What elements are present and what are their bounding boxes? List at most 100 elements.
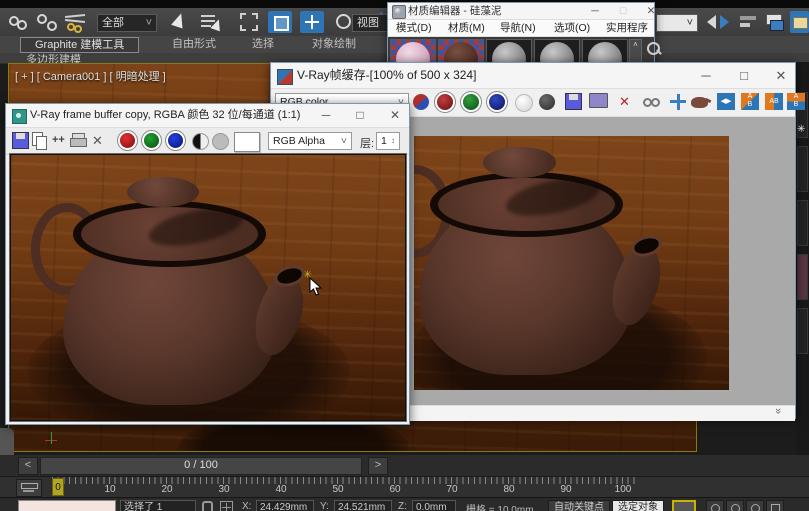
background-color-swatch[interactable] [234, 132, 260, 152]
copy-to-clipboard-icon[interactable] [32, 132, 48, 149]
ab-compare-diagonal-icon[interactable]: AB [741, 93, 759, 110]
vfb-render-image[interactable] [414, 136, 729, 390]
tick-label: 10 [104, 484, 115, 495]
right-dropdown[interactable]: ˅ [656, 14, 698, 32]
layer-value: 1 [381, 135, 387, 147]
blue-channel-icon[interactable] [168, 133, 183, 148]
material-editor-toggle-icon[interactable] [790, 11, 809, 33]
close-icon[interactable]: ✕ [767, 63, 795, 88]
vfb-copy-canvas-area[interactable]: ✳ [9, 153, 407, 422]
tick-label: 90 [560, 484, 571, 495]
menu-navigation[interactable]: 导航(N) [500, 20, 536, 36]
time-slider[interactable]: 0 / 100 [40, 457, 362, 475]
zoom-all-icon[interactable] [726, 500, 744, 511]
material-editor-titlebar[interactable]: 材质编辑器 - 硅藻泥 ─ □ ✕ [388, 3, 654, 20]
vfb-copy-titlebar[interactable]: V-Ray frame buffer copy, RGBA 颜色 32 位/每通… [6, 104, 409, 128]
bind-to-space-warp-icon[interactable] [64, 12, 88, 32]
select-and-move-icon[interactable] [300, 11, 324, 33]
maximize-icon[interactable]: □ [346, 104, 374, 127]
selection-lock-icon[interactable] [202, 501, 213, 511]
save-image-icon[interactable] [565, 93, 582, 110]
absolute-mode-icon[interactable] [220, 501, 233, 511]
mini-curve-editor-icon[interactable] [16, 479, 42, 497]
mirror-icon[interactable] [706, 12, 732, 32]
time-slider-row: < 0 / 100 > [0, 455, 809, 476]
green-channel-icon[interactable] [144, 133, 159, 148]
minimize-icon[interactable]: ─ [312, 104, 340, 127]
track-mouse-icon[interactable] [669, 94, 687, 111]
minimize-icon[interactable]: ─ [584, 3, 606, 19]
track-bar[interactable]: 0 10 20 30 40 50 60 70 80 90 100 [0, 476, 809, 498]
clear-image-icon[interactable]: ✕ [619, 94, 630, 110]
load-image-icon[interactable] [589, 93, 608, 108]
select-and-link-icon[interactable] [8, 12, 30, 32]
next-frame-button[interactable]: > [368, 457, 388, 475]
vfb-title: V-Ray帧缓存-[100% of 500 x 324] [297, 68, 476, 82]
viewport-label[interactable]: [ + ] [ Camera001 ] [ 明暗处理 ] [15, 68, 166, 84]
print-icon[interactable] [70, 133, 87, 148]
layer-spinner[interactable]: 1 ↕ [376, 132, 400, 150]
vfb-copy-channel-value: RGB Alpha [273, 135, 325, 147]
layer-manager-icon[interactable] [764, 12, 786, 32]
x-coordinate-field[interactable]: 24.429mm [256, 500, 314, 511]
z-coordinate-field[interactable]: 0.0mm [412, 500, 456, 511]
tab-freeform[interactable]: 自由形式 [158, 37, 230, 51]
blue-channel-icon[interactable] [489, 94, 505, 110]
maxscript-mini-listener[interactable] [18, 500, 116, 511]
save-image-icon[interactable] [12, 132, 29, 149]
compare-horizontal-icon[interactable]: ◀▶ [717, 93, 735, 110]
maximize-icon[interactable]: □ [729, 63, 759, 88]
scroll-up-icon[interactable]: ˄ [633, 40, 638, 49]
unlink-selection-icon[interactable] [36, 12, 58, 32]
vray-frame-buffer-copy-window: V-Ray frame buffer copy, RGBA 颜色 32 位/每通… [5, 103, 410, 425]
link-buffer-icon[interactable] [643, 95, 663, 110]
align-icon[interactable] [738, 13, 760, 31]
green-channel-icon[interactable] [463, 94, 479, 110]
alpha-toggle-icon[interactable] [192, 133, 209, 150]
selection-filter-button[interactable]: 选定对象 [612, 500, 664, 511]
close-icon[interactable]: ✕ [382, 104, 408, 127]
status-bar: 选择了 1 X: 24.429mm Y: 24.521mm Z: 0.0mm 栅… [0, 497, 809, 511]
y-coordinate-field[interactable]: 24.521mm [334, 500, 392, 511]
close-icon[interactable]: ✕ [640, 3, 662, 19]
red-channel-icon[interactable] [120, 133, 135, 148]
menu-material[interactable]: 材质(M) [448, 20, 485, 36]
time-thumb[interactable]: 0 [52, 478, 64, 496]
maximize-icon[interactable]: □ [612, 3, 634, 19]
zoom-viewport-icon[interactable] [706, 500, 724, 511]
orbit-viewport-icon[interactable] [746, 500, 764, 511]
menu-mode[interactable]: 模式(D) [396, 20, 432, 36]
auto-key-button[interactable]: 自动关键点 [548, 500, 610, 511]
frame-display: 0 / 100 [184, 459, 218, 471]
axis-gizmo-icon [45, 432, 61, 448]
vfb-copy-title: V-Ray frame buffer copy, RGBA 颜色 32 位/每通… [30, 109, 300, 121]
window-crossing-toggle-icon[interactable] [268, 11, 292, 33]
menu-options[interactable]: 选项(O) [554, 20, 590, 36]
select-and-rotate-icon[interactable] [334, 12, 354, 32]
alpha-channel-icon[interactable] [515, 94, 533, 112]
magnify-tool-icon[interactable] [646, 41, 662, 57]
tab-object-paint[interactable]: 对象绘制 [298, 37, 370, 51]
set-key-button[interactable] [672, 500, 696, 511]
duplicate-buffer-icon[interactable]: ++ [52, 134, 65, 146]
red-channel-icon[interactable] [437, 94, 453, 110]
minimize-icon[interactable]: ─ [691, 63, 721, 88]
ab-compare-vertical-icon[interactable]: AB [787, 93, 805, 110]
vfb-copy-channel-dropdown[interactable]: RGB Alpha ˅ [268, 132, 352, 150]
selection-region-icon[interactable] [240, 13, 258, 31]
mono-channel-icon[interactable] [539, 94, 555, 110]
vfb-copy-render-image[interactable]: ✳ [11, 155, 405, 420]
mono-toggle-icon[interactable] [212, 133, 229, 150]
region-render-icon[interactable] [691, 97, 708, 108]
select-object-icon[interactable] [168, 12, 188, 32]
vfb-titlebar[interactable]: V-Ray帧缓存-[100% of 500 x 324] ─ □ ✕ [271, 63, 795, 89]
selection-filter-dropdown[interactable]: 全部 ˅ [97, 14, 157, 32]
rgb-channels-icon[interactable] [413, 94, 429, 110]
ab-compare-horizontal-icon[interactable]: AB [765, 93, 783, 110]
expand-panel-icon[interactable]: » [772, 408, 784, 414]
maximize-viewport-icon[interactable] [766, 500, 784, 511]
clear-image-icon[interactable]: ✕ [92, 133, 103, 149]
prev-frame-button[interactable]: < [18, 457, 38, 475]
tab-selection[interactable]: 选择 [238, 37, 288, 51]
select-by-name-icon[interactable] [200, 12, 222, 32]
